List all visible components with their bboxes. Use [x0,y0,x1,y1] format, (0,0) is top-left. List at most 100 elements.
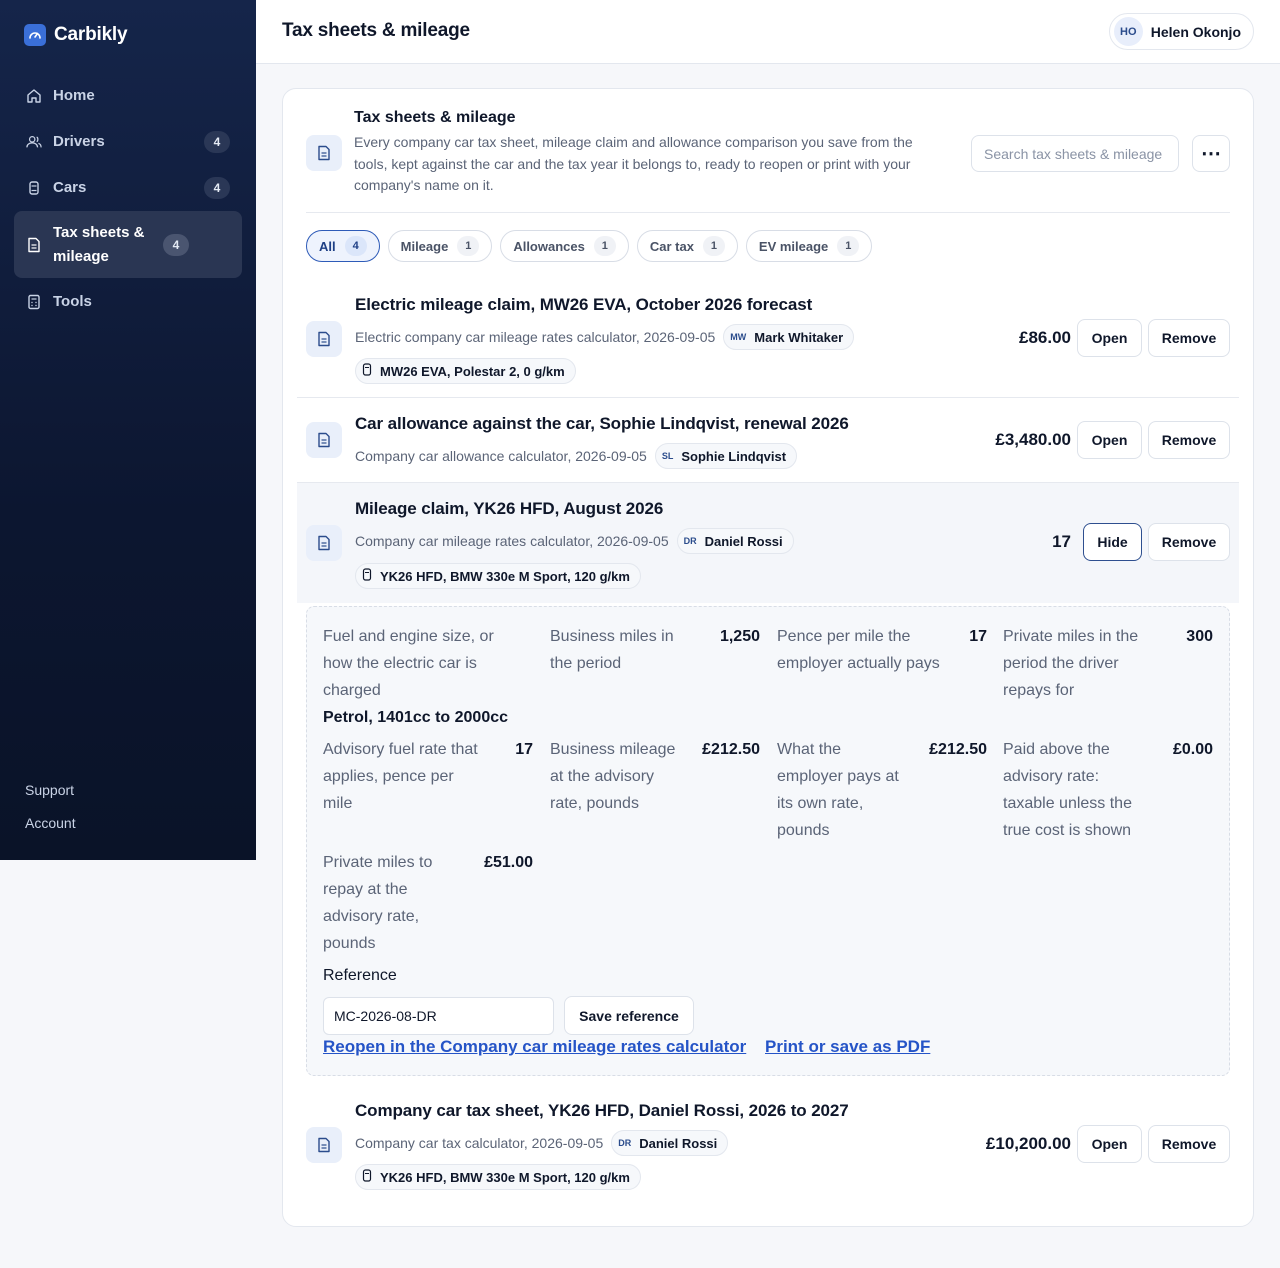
driver-name: Mark Whitaker [754,329,844,345]
nav-count-badge: 4 [204,130,230,153]
hide-button[interactable]: Hide [1083,523,1142,561]
car-label: YK26 HFD, BMW 330e M Sport, 120 g/km [380,568,630,584]
row-meta: Company car allowance calculator, 2026-0… [355,443,798,469]
sidebar-nav: Home Drivers 4 Cars 4 Tax sheets & milea… [14,73,242,325]
filter-all[interactable]: All 4 [306,230,380,262]
remove-button[interactable]: Remove [1148,421,1230,459]
panel-description: Every company car tax sheet, mileage cla… [354,134,913,193]
list-item: Car allowance against the car, Sophie Li… [297,398,1239,482]
detail-field: Business mileage at the advisory rate, p… [550,736,760,817]
page-title: Tax sheets & mileage [282,20,470,41]
car-label: MW26 EVA, Polestar 2, 0 g/km [380,363,565,379]
document-icon [306,135,342,171]
open-button[interactable]: Open [1077,319,1142,357]
nav-count-badge: 4 [163,233,189,256]
support-link[interactable]: Support [25,782,76,798]
row-title: Electric mileage claim, MW26 EVA, Octobe… [355,295,813,314]
detail-field: Business miles in the period 1,250 [550,623,760,677]
panel-header: Tax sheets & mileage Every company car t… [306,109,1230,213]
save-reference-button[interactable]: Save reference [564,996,694,1035]
document-icon [26,237,42,253]
field-value: £0.00 [1172,741,1213,758]
print-pdf-link[interactable]: Print or save as PDF [765,1037,930,1057]
field-value: £212.50 [702,741,760,758]
filter-car-tax[interactable]: Car tax 1 [636,230,738,262]
row-source: Company car allowance calculator, 2026-0… [355,448,647,464]
sidebar-item-drivers[interactable]: Drivers 4 [14,119,242,164]
sidebar-item-label: Cars [53,178,87,196]
field-value: 1,250 [719,628,760,645]
filter-allowances[interactable]: Allowances 1 [500,230,629,262]
open-button[interactable]: Open [1077,1125,1142,1163]
remove-button[interactable]: Remove [1148,523,1230,561]
row-amount: £86.00 [1019,328,1071,347]
home-icon [26,88,42,104]
sidebar-item-label: Home [53,86,95,104]
sidebar-item-tools[interactable]: Tools [14,279,242,324]
filter-count: 1 [837,236,860,256]
row-amount: 17 [1052,532,1071,551]
reopen-calculator-link[interactable]: Reopen in the Company car mileage rates … [323,1037,746,1057]
row-title: Mileage claim, YK26 HFD, August 2026 [355,499,664,518]
more-icon: ⋯ [1201,143,1221,165]
avatar: HO [1113,17,1143,46]
detail-field: What the employer pays at its own rate, … [777,736,987,844]
field-label: Private miles in the period the driver r… [1003,628,1139,699]
driver-chip[interactable]: DR Daniel Rossi [676,528,794,554]
car-icon [362,363,372,379]
field-label: Pence per mile the employer actually pay… [777,628,940,672]
filter-count: 1 [457,236,480,256]
filter-label: Allowances [513,238,585,254]
filter-label: Car tax [649,238,694,254]
car-chip[interactable]: YK26 HFD, BMW 330e M Sport, 120 g/km [355,1164,641,1190]
speedometer-icon [24,24,46,46]
detail-field: Private miles to repay at the advisory r… [323,849,533,957]
user-name: Helen Okonjo [1150,23,1241,40]
document-icon [306,525,342,561]
remove-button[interactable]: Remove [1148,319,1230,357]
car-icon [362,568,372,584]
row-source: Company car mileage rates calculator, 20… [355,533,669,549]
remove-button[interactable]: Remove [1148,1125,1230,1163]
detail-field: Private miles in the period the driver r… [1003,623,1213,704]
reference-label: Reference [323,967,397,984]
car-chip[interactable]: MW26 EVA, Polestar 2, 0 g/km [355,358,576,384]
row-amount: £10,200.00 [985,1134,1071,1153]
account-link[interactable]: Account [25,815,76,831]
top-bar: Tax sheets & mileage HO Helen Okonjo [256,0,1280,64]
main-panel: Tax sheets & mileage Every company car t… [282,88,1254,1227]
driver-chip[interactable]: SL Sophie Lindqvist [654,443,798,469]
filter-ev-mileage[interactable]: EV mileage 1 [745,230,873,262]
reference-input[interactable] [323,997,554,1035]
sidebar-item-home[interactable]: Home [14,73,242,118]
search-input[interactable] [971,135,1179,172]
sidebar-footer: Support Account [25,782,76,848]
car-icon [26,180,42,196]
user-menu[interactable]: HO Helen Okonjo [1108,13,1254,50]
nav-count-badge: 4 [204,176,230,199]
row-title: Car allowance against the car, Sophie Li… [355,414,849,433]
sidebar-item-cars[interactable]: Cars 4 [14,165,242,210]
driver-chip[interactable]: MW Mark Whitaker [723,324,855,350]
detail-field: Fuel and engine size, or how the electri… [323,623,533,731]
row-title: Company car tax sheet, YK26 HFD, Daniel … [355,1101,849,1120]
filter-label: All [319,238,336,254]
brand[interactable]: Carbikly [24,24,128,46]
open-button[interactable]: Open [1077,421,1142,459]
list-item: Electric mileage claim, MW26 EVA, Octobe… [297,279,1239,397]
filter-mileage[interactable]: Mileage 1 [387,230,493,262]
sidebar: Carbikly Home Drivers 4 Cars 4 Tax sheet… [0,0,256,860]
filter-count: 1 [593,236,616,256]
more-options-button[interactable]: ⋯ [1192,135,1230,172]
row-source: Electric company car mileage rates calcu… [355,329,716,345]
filter-tabs: All 4 Mileage 1 Allowances 1 Car tax 1 E… [306,230,873,262]
mileage-claim-detail: Fuel and engine size, or how the electri… [306,606,1230,1076]
car-chip[interactable]: YK26 HFD, BMW 330e M Sport, 120 g/km [355,563,641,589]
sidebar-item-tax-sheets[interactable]: Tax sheets & mileage 4 [14,211,242,278]
sidebar-item-label: Tools [53,292,92,310]
driver-chip[interactable]: DR Daniel Rossi [611,1130,729,1156]
field-value: 300 [1186,628,1213,645]
detail-field: Pence per mile the employer actually pay… [777,623,987,677]
document-icon [306,1127,342,1163]
sidebar-item-label: Tax sheets & mileage [53,223,145,265]
